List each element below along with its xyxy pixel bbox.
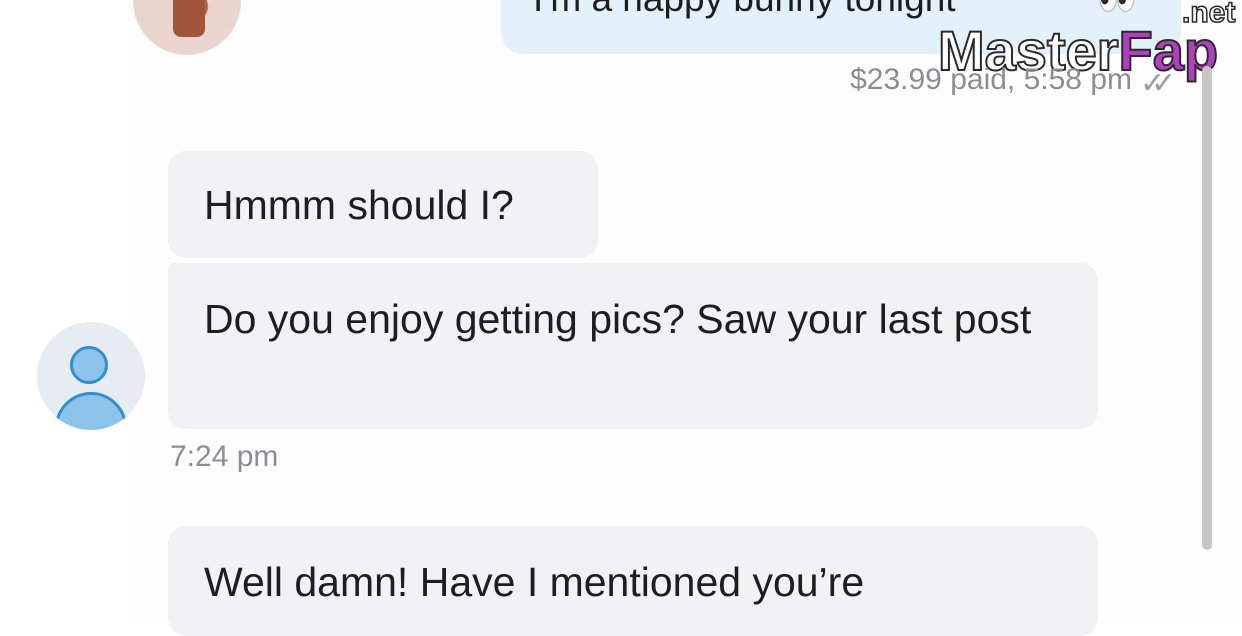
incoming-message-bubble[interactable]: Hmmm should I? (168, 151, 598, 258)
default-user-icon[interactable] (37, 322, 145, 430)
incoming-message-text: Hmmm should I? (204, 182, 514, 228)
incoming-message-text: Do you enjoy getting pics? Saw your last… (204, 296, 1032, 342)
avatar-photo-figure (173, 0, 205, 37)
watermark-net: .net (1181, 0, 1236, 30)
outgoing-message-meta: $23.99 paid, 5:58 pm (850, 63, 1132, 96)
scrollbar[interactable] (1202, 66, 1212, 550)
outgoing-message-text: I'm a happy bunny tonight (533, 0, 956, 20)
left-gutter (0, 0, 130, 619)
incoming-message-time: 7:24 pm (170, 440, 279, 473)
incoming-message-bubble[interactable]: Well damn! Have I mentioned you’re (168, 526, 1098, 636)
incoming-message-text: Well damn! Have I mentioned you’re (204, 559, 865, 605)
double-check-icon: ✓✓ (1140, 67, 1176, 100)
incoming-message-bubble[interactable]: Do you enjoy getting pics? Saw your last… (168, 263, 1098, 429)
user-icon-body (55, 392, 127, 430)
chat-window: I'm a happy bunny tonight 👀 MasterFap .n… (0, 0, 1242, 636)
user-icon-head (70, 346, 108, 384)
